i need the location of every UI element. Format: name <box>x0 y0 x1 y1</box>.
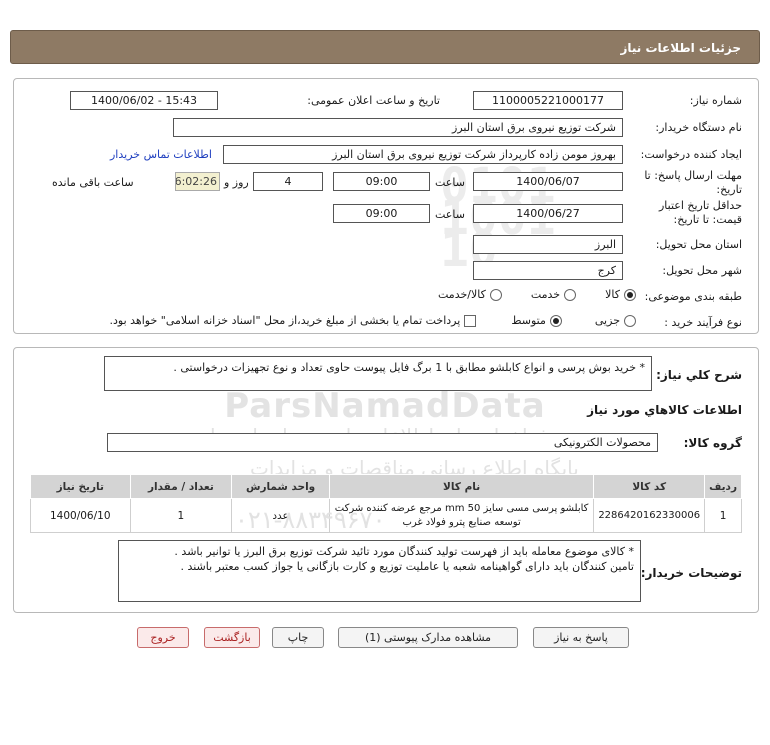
exit-button[interactable]: خروج <box>137 627 189 648</box>
category-label: طبقه بندی موضوعی: <box>644 290 742 303</box>
validity-label-line1: حداقل تاریخ اعتبار <box>658 199 742 212</box>
buyer-notes-line2: تامین کنندگان باید دارای گواهینامه شعبه … <box>180 560 634 573</box>
goods-group-label: گروه کالا: <box>683 436 742 450</box>
announce-date-field: 1400/06/02 - 15:43 <box>70 91 218 110</box>
category-service-label: خدمت <box>530 288 561 301</box>
process-minor-radio[interactable] <box>624 315 636 327</box>
validity-label-line2: قیمت: تا تاریخ: <box>673 213 742 226</box>
col-unit: واحد شمارش <box>231 474 330 499</box>
col-name: نام کالا <box>328 474 595 499</box>
view-attachments-button[interactable]: مشاهده مدارک پیوستی (1) <box>338 627 518 648</box>
buyer-notes-line1: * کالای موضوع معامله باید از فهرست تولید… <box>174 545 634 558</box>
category-goods-label: کالا <box>605 288 620 301</box>
need-number-field: 1100005221000177 <box>473 91 623 110</box>
page-title-bar: جزئیات اطلاعات نیاز <box>10 30 760 64</box>
treasury-payment-checkbox[interactable] <box>464 315 477 327</box>
validity-date-field: 1400/06/27 <box>473 204 623 223</box>
col-code: کد کالا <box>593 474 706 499</box>
col-date: تاریخ نیاز <box>30 474 131 499</box>
deadline-date-field: 1400/06/07 <box>473 172 623 191</box>
category-goods-service-label: کالا/خدمت <box>438 288 486 301</box>
category-service-radio[interactable] <box>564 289 577 301</box>
col-qty: تعداد / مقدار <box>129 474 233 499</box>
goods-group-field: محصولات الکترونیکی <box>107 433 658 452</box>
treasury-payment-note: پرداخت تمام یا بخشی از مبلغ خرید،از محل … <box>109 314 461 327</box>
process-type-label: نوع فرآیند خرید : <box>664 316 742 329</box>
process-medium-label: متوسط <box>511 314 546 327</box>
buyer-contact-link[interactable]: اطلاعات تماس خریدار <box>110 148 212 161</box>
table-row: 1 2286420162330006 کابلشو پرسی مسی سایز … <box>30 498 742 533</box>
process-minor-label: جزیی <box>594 314 620 327</box>
print-button[interactable]: چاپ <box>272 627 324 648</box>
deadline-label-line2: تاریخ: <box>716 183 742 196</box>
category-goods-radio[interactable] <box>624 289 636 301</box>
deadline-time-field: 09:00 <box>333 172 430 191</box>
process-radio-group: جزیی متوسط پرداخت تمام یا بخشی از مبلغ خ… <box>110 314 640 327</box>
announce-date-label: تاریخ و ساعت اعلان عمومی: <box>307 94 440 107</box>
validity-time-label: ساعت <box>435 208 465 221</box>
province-label: استان محل تحویل: <box>655 238 742 251</box>
watermark-phone: ۰۲۱-۸۸۳۴۹۶۷۰ <box>235 506 386 534</box>
deadline-time-label: ساعت <box>435 176 465 189</box>
back-button[interactable]: بازگشت <box>204 627 260 648</box>
remaining-label: ساعت باقی مانده <box>52 176 134 189</box>
goods-table: ردیف کد کالا نام کالا واحد شمارش تعداد /… <box>30 474 742 533</box>
category-radio-group: کالا خدمت کالا/خدمت <box>438 288 640 301</box>
province-field: البرز <box>473 235 623 254</box>
deadline-label: مهلت ارسال پاسخ: تا تاریخ: <box>644 169 742 197</box>
need-number-label: شماره نیاز: <box>689 94 742 107</box>
days-label: روز و <box>224 176 249 189</box>
cell-code: 2286420162330006 <box>593 498 706 533</box>
creator-label: ایجاد کننده درخواست: <box>640 148 742 161</box>
goods-section-title: اطلاعات کالاهاي مورد نياز <box>587 403 742 417</box>
description-label: شرح کلي نياز: <box>656 368 742 382</box>
goods-table-header: ردیف کد کالا نام کالا واحد شمارش تعداد /… <box>30 474 742 499</box>
reply-button[interactable]: پاسخ به نیاز <box>533 627 629 648</box>
buyer-org-label: نام دستگاه خریدار: <box>655 121 742 134</box>
buyer-org-field: شرکت توزیع نیروی برق استان البرز <box>173 118 623 137</box>
validity-time-field: 09:00 <box>333 204 430 223</box>
watermark-brand: ParsNamadData <box>224 386 546 426</box>
remaining-timer: 16:02:26 <box>175 172 220 191</box>
category-goods-service-radio[interactable] <box>489 289 502 301</box>
city-field: کرج <box>473 261 623 280</box>
buyer-notes-label: توضیحات خریدار: <box>640 566 742 580</box>
process-medium-radio[interactable] <box>549 315 562 327</box>
cell-date: 1400/06/10 <box>30 498 131 533</box>
cell-row: 1 <box>704 498 742 533</box>
description-text: * خرید بوش پرسی و انواع کابلشو مطابق با … <box>173 361 645 374</box>
creator-field: بهروز مومن زاده کارپرداز شرکت توزیع نیرو… <box>223 145 623 164</box>
col-row: ردیف <box>704 474 742 499</box>
validity-label: حداقل تاریخ اعتبار قیمت: تا تاریخ: <box>659 199 742 227</box>
cell-qty: 1 <box>129 498 233 533</box>
page-title: جزئیات اطلاعات نیاز <box>620 41 741 55</box>
buyer-notes-box: * کالای موضوع معامله باید از فهرست تولید… <box>118 540 641 602</box>
days-remaining-field: 4 <box>253 172 323 191</box>
city-label: شهر محل تحویل: <box>662 264 742 277</box>
deadline-label-line1: مهلت ارسال پاسخ: تا <box>644 169 742 182</box>
